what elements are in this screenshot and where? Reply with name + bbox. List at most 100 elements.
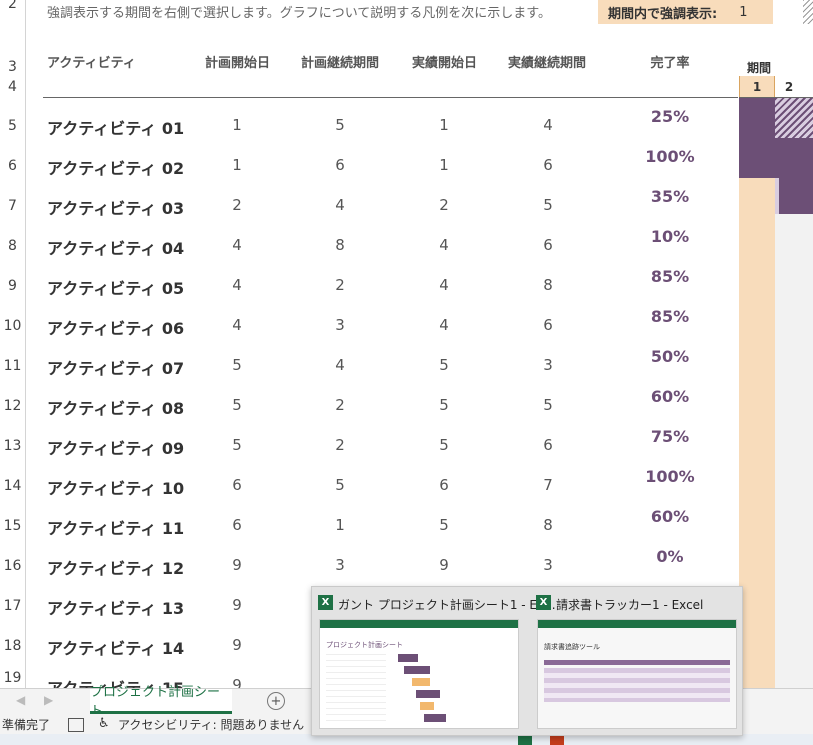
row-number[interactable]: 5 (0, 106, 25, 146)
actual-start-cell[interactable]: 4 (414, 236, 474, 254)
actual-start-cell[interactable]: 2 (414, 196, 474, 214)
add-sheet-icon[interactable]: + (267, 692, 285, 710)
preview-invoice-window[interactable]: X 請求書トラッカー1 - Excel 請求書追跡ツール (530, 587, 740, 733)
plan-duration-cell[interactable]: 4 (310, 196, 370, 214)
row-number[interactable]: 7 (0, 186, 25, 226)
status-accessibility[interactable]: アクセシビリティ: 問題ありません (118, 716, 304, 733)
plan-duration-cell[interactable]: 4 (310, 356, 370, 374)
actual-duration-cell[interactable]: 5 (518, 396, 578, 414)
plan-start-cell[interactable]: 4 (207, 236, 267, 254)
activity-name[interactable]: アクティビティ 12 (47, 555, 184, 579)
period-column-highlighted[interactable] (739, 98, 775, 690)
row-number[interactable]: 18 (0, 626, 25, 666)
actual-start-cell[interactable]: 4 (414, 316, 474, 334)
actual-duration-cell[interactable]: 6 (518, 236, 578, 254)
row-number[interactable]: 8 (0, 226, 25, 266)
actual-start-cell[interactable]: 5 (414, 356, 474, 374)
row-number[interactable]: 13 (0, 426, 25, 466)
percent-complete-cell[interactable]: 100% (630, 147, 710, 166)
activity-name[interactable]: アクティビティ 07 (47, 355, 184, 379)
activity-name[interactable]: アクティビティ 01 (47, 115, 184, 139)
excel-taskbar-icon[interactable] (518, 736, 532, 745)
row-number[interactable]: 12 (0, 386, 25, 426)
plan-duration-cell[interactable]: 5 (310, 116, 370, 134)
percent-complete-cell[interactable]: 0% (630, 547, 710, 566)
plan-start-cell[interactable]: 6 (207, 516, 267, 534)
percent-complete-cell[interactable]: 35% (630, 187, 710, 206)
actual-start-cell[interactable]: 5 (414, 516, 474, 534)
plan-start-cell[interactable]: 9 (207, 636, 267, 654)
plan-start-cell[interactable]: 9 (207, 556, 267, 574)
plan-start-cell[interactable]: 5 (207, 396, 267, 414)
percent-complete-cell[interactable]: 10% (630, 227, 710, 246)
plan-duration-cell[interactable]: 6 (310, 156, 370, 174)
row-number[interactable]: 15 (0, 506, 25, 546)
scroll-left-icon[interactable]: ◀ (16, 693, 25, 707)
plan-start-cell[interactable]: 1 (207, 156, 267, 174)
plan-duration-cell[interactable]: 3 (310, 556, 370, 574)
actual-start-cell[interactable]: 6 (414, 476, 474, 494)
plan-start-cell[interactable]: 2 (207, 196, 267, 214)
activity-name[interactable]: アクティビティ 09 (47, 435, 184, 459)
plan-duration-cell[interactable]: 5 (310, 476, 370, 494)
row-number[interactable]: 14 (0, 466, 25, 506)
actual-duration-cell[interactable]: 5 (518, 196, 578, 214)
percent-complete-cell[interactable]: 60% (630, 387, 710, 406)
actual-duration-cell[interactable]: 8 (518, 516, 578, 534)
activity-name[interactable]: アクティビティ 14 (47, 635, 184, 659)
percent-complete-cell[interactable]: 85% (630, 267, 710, 286)
actual-duration-cell[interactable]: 4 (518, 116, 578, 134)
activity-name[interactable]: アクティビティ 06 (47, 315, 184, 339)
actual-duration-cell[interactable]: 6 (518, 316, 578, 334)
percent-complete-cell[interactable]: 60% (630, 507, 710, 526)
row-number[interactable]: 16 (0, 546, 25, 586)
activity-name[interactable]: アクティビティ 13 (47, 595, 184, 619)
macro-record-icon[interactable] (68, 718, 84, 732)
activity-name[interactable]: アクティビティ 04 (47, 235, 184, 259)
actual-duration-cell[interactable]: 7 (518, 476, 578, 494)
scroll-right-icon[interactable]: ▶ (44, 693, 53, 707)
activity-name[interactable]: アクティビティ 11 (47, 515, 184, 539)
accessibility-icon[interactable]: ♿ (98, 716, 110, 731)
percent-complete-cell[interactable]: 85% (630, 307, 710, 326)
actual-start-cell[interactable]: 1 (414, 116, 474, 134)
actual-start-cell[interactable]: 5 (414, 436, 474, 454)
preview-gantt-window[interactable]: X ガント プロジェクト計画シート1 - Ex... プロジェクト計画シート (312, 587, 556, 733)
row-number[interactable]: 9 (0, 266, 25, 306)
actual-start-cell[interactable]: 4 (414, 276, 474, 294)
percent-complete-cell[interactable]: 75% (630, 427, 710, 446)
actual-start-cell[interactable]: 5 (414, 396, 474, 414)
plan-duration-cell[interactable]: 1 (310, 516, 370, 534)
sheet-tab-project-plan[interactable]: プロジェクト計画シート (90, 685, 232, 719)
highlight-period-value[interactable]: 1 (739, 5, 747, 20)
actual-duration-cell[interactable]: 3 (518, 556, 578, 574)
actual-duration-cell[interactable]: 6 (518, 156, 578, 174)
row-number[interactable]: 6 (0, 146, 25, 186)
percent-complete-cell[interactable]: 50% (630, 347, 710, 366)
row-number[interactable]: 4 (0, 76, 25, 98)
plan-start-cell[interactable]: 6 (207, 476, 267, 494)
percent-complete-cell[interactable]: 100% (630, 467, 710, 486)
actual-duration-cell[interactable]: 8 (518, 276, 578, 294)
plan-start-cell[interactable]: 5 (207, 436, 267, 454)
plan-start-cell[interactable]: 1 (207, 116, 267, 134)
activity-name[interactable]: アクティビティ 05 (47, 275, 184, 299)
plan-duration-cell[interactable]: 8 (310, 236, 370, 254)
row-number[interactable]: 17 (0, 586, 25, 626)
activity-name[interactable]: アクティビティ 10 (47, 475, 184, 499)
row-number[interactable]: 10 (0, 306, 25, 346)
activity-name[interactable]: アクティビティ 02 (47, 155, 184, 179)
plan-start-cell[interactable]: 9 (207, 596, 267, 614)
row-number[interactable]: 11 (0, 346, 25, 386)
activity-name[interactable]: アクティビティ 03 (47, 195, 184, 219)
actual-start-cell[interactable]: 9 (414, 556, 474, 574)
plan-duration-cell[interactable]: 2 (310, 436, 370, 454)
plan-start-cell[interactable]: 4 (207, 276, 267, 294)
activity-name[interactable]: アクティビティ 08 (47, 395, 184, 419)
plan-duration-cell[interactable]: 2 (310, 276, 370, 294)
percent-complete-cell[interactable]: 25% (630, 107, 710, 126)
plan-start-cell[interactable]: 4 (207, 316, 267, 334)
actual-start-cell[interactable]: 1 (414, 156, 474, 174)
actual-duration-cell[interactable]: 3 (518, 356, 578, 374)
highlight-period-box[interactable]: 期間内で強調表示: 1 (598, 0, 773, 24)
